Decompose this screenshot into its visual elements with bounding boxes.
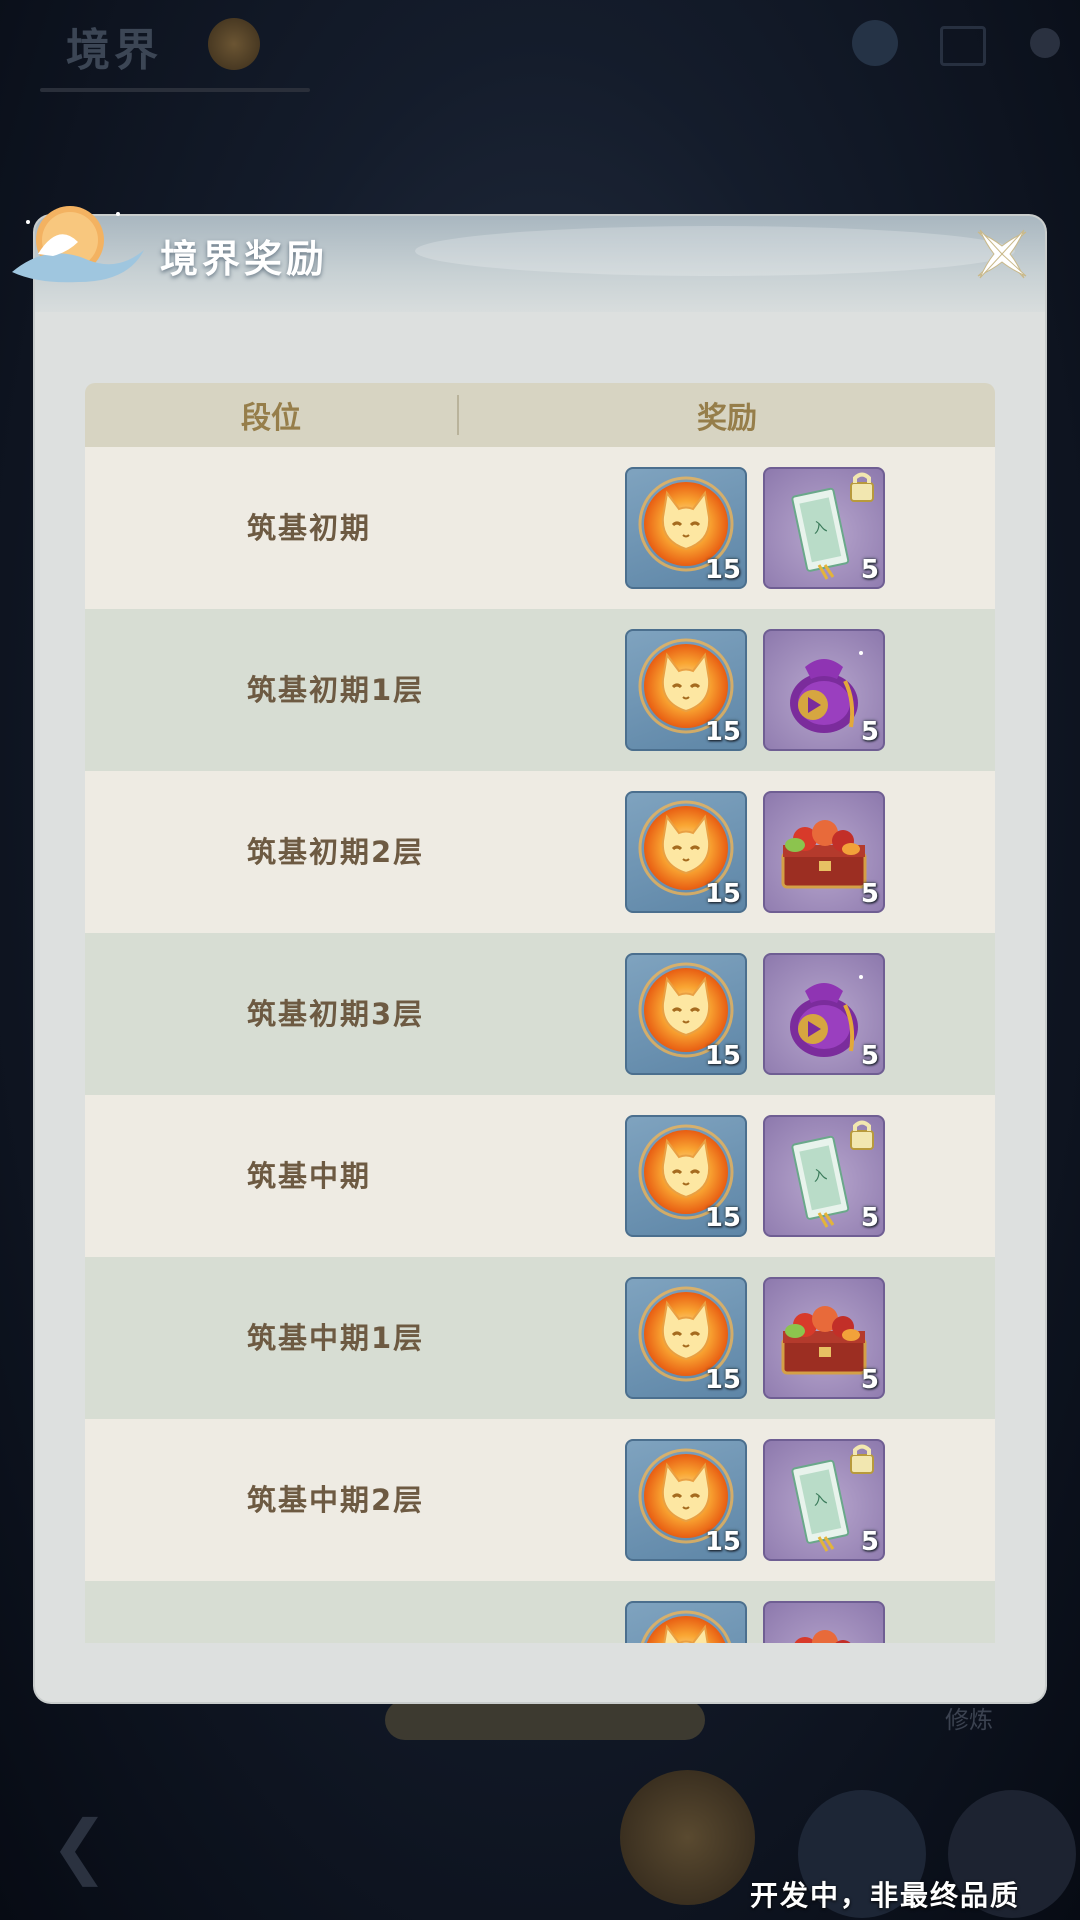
background-coin-icon: [208, 18, 260, 70]
reward-item-slot[interactable]: 15: [625, 1277, 747, 1399]
reward-item-slot[interactable]: 15: [625, 953, 747, 1075]
reward-item-slot[interactable]: 15: [625, 629, 747, 751]
table-row: 筑基中期2层 15 入 5: [85, 1419, 995, 1581]
fox-spirit-icon: [627, 1603, 745, 1643]
tier-label: 筑基初期2层: [247, 835, 425, 869]
background-tag: 修炼: [945, 1706, 993, 1734]
dev-watermark: 开发中，非最终品质: [750, 1879, 1021, 1912]
table-row: 筑基初期1层 15 5: [85, 609, 995, 771]
reward-item-slot[interactable]: 入5: [763, 1439, 885, 1561]
background-main-button: [620, 1770, 755, 1905]
dialog-header: 境界奖励: [35, 216, 1045, 312]
table-header: 段位 奖励: [85, 383, 995, 447]
reward-count: 5: [860, 717, 879, 747]
background-title: 境界: [66, 25, 162, 76]
close-button[interactable]: [970, 222, 1034, 286]
reward-item-slot[interactable]: 5: [763, 629, 885, 751]
tier-label: 筑基中期: [247, 1159, 372, 1193]
reward-item-slot[interactable]: 5: [763, 791, 885, 913]
table-row: 筑基初期3层 15 5: [85, 933, 995, 1095]
realm-reward-dialog: 境界奖励 段位 奖励 筑基初期 15 入 5 筑基初期1层 15 5 筑基初期2层 15 5 筑基初…: [35, 216, 1045, 1702]
reward-item-slot[interactable]: 15: [625, 1115, 747, 1237]
background-button: [385, 1700, 705, 1740]
background-globe-icon: [852, 20, 898, 66]
background-back-arrow-icon: ❮: [50, 1805, 109, 1887]
reward-count: 15: [704, 1203, 741, 1233]
table-row: 筑基初期2层 15 5: [85, 771, 995, 933]
header-tier: 段位: [241, 401, 301, 436]
background-plus-icon: [1030, 28, 1060, 58]
moon-crane-emblem-icon: [12, 206, 144, 283]
reward-count: 5: [860, 1041, 879, 1071]
reward-table[interactable]: 段位 奖励 筑基初期 15 入 5 筑基初期1层 15 5 筑基初期2层 15 5 筑基初期3层 15…: [85, 383, 995, 1643]
dialog-title: 境界奖励: [160, 237, 329, 281]
table-row: 筑基初期 15 入 5: [85, 447, 995, 609]
table-row: 筑基中期1层 15 5: [85, 1257, 995, 1419]
reward-item-slot[interactable]: 入5: [763, 1115, 885, 1237]
reward-item-slot[interactable]: 15: [625, 1439, 747, 1561]
reward-item-slot[interactable]: 5: [763, 1277, 885, 1399]
reward-count: 15: [704, 1527, 741, 1557]
reward-count: 15: [704, 555, 741, 585]
reward-item-slot[interactable]: 入5: [763, 467, 885, 589]
table-row: [85, 1581, 995, 1643]
reward-count: 5: [860, 555, 879, 585]
reward-count: 5: [860, 1203, 879, 1233]
food-chest-icon: [765, 1603, 883, 1643]
reward-count: 15: [704, 717, 741, 747]
reward-item-slot[interactable]: [763, 1601, 885, 1643]
reward-item-slot[interactable]: 15: [625, 791, 747, 913]
reward-count: 5: [860, 879, 879, 909]
close-x-icon: [977, 229, 1027, 279]
tier-label: 筑基初期: [247, 511, 372, 545]
reward-item-slot[interactable]: [625, 1601, 747, 1643]
reward-item-slot[interactable]: 15: [625, 467, 747, 589]
header-cloud-decoration: [415, 226, 1015, 276]
tier-label: 筑基初期1层: [247, 673, 425, 707]
header-reward: 奖励: [697, 401, 757, 436]
background-progress-line: [40, 88, 310, 92]
reward-count: 5: [860, 1365, 879, 1395]
reward-count: 15: [704, 1365, 741, 1395]
tier-label: 筑基初期3层: [247, 997, 425, 1031]
reward-item-slot[interactable]: 5: [763, 953, 885, 1075]
table-row: 筑基中期 15 入 5: [85, 1095, 995, 1257]
background-top-bar: 境界: [0, 0, 1080, 140]
reward-count: 15: [704, 879, 741, 909]
table-body: 筑基初期 15 入 5 筑基初期1层 15 5 筑基初期2层 15 5 筑基初期3层 15 5 筑基中期 1…: [85, 447, 995, 1643]
reward-count: 15: [704, 1041, 741, 1071]
tier-label: 筑基中期1层: [247, 1321, 425, 1355]
background-menu-icon: [940, 26, 986, 66]
reward-count: 5: [860, 1527, 879, 1557]
tier-label: 筑基中期2层: [247, 1483, 425, 1517]
